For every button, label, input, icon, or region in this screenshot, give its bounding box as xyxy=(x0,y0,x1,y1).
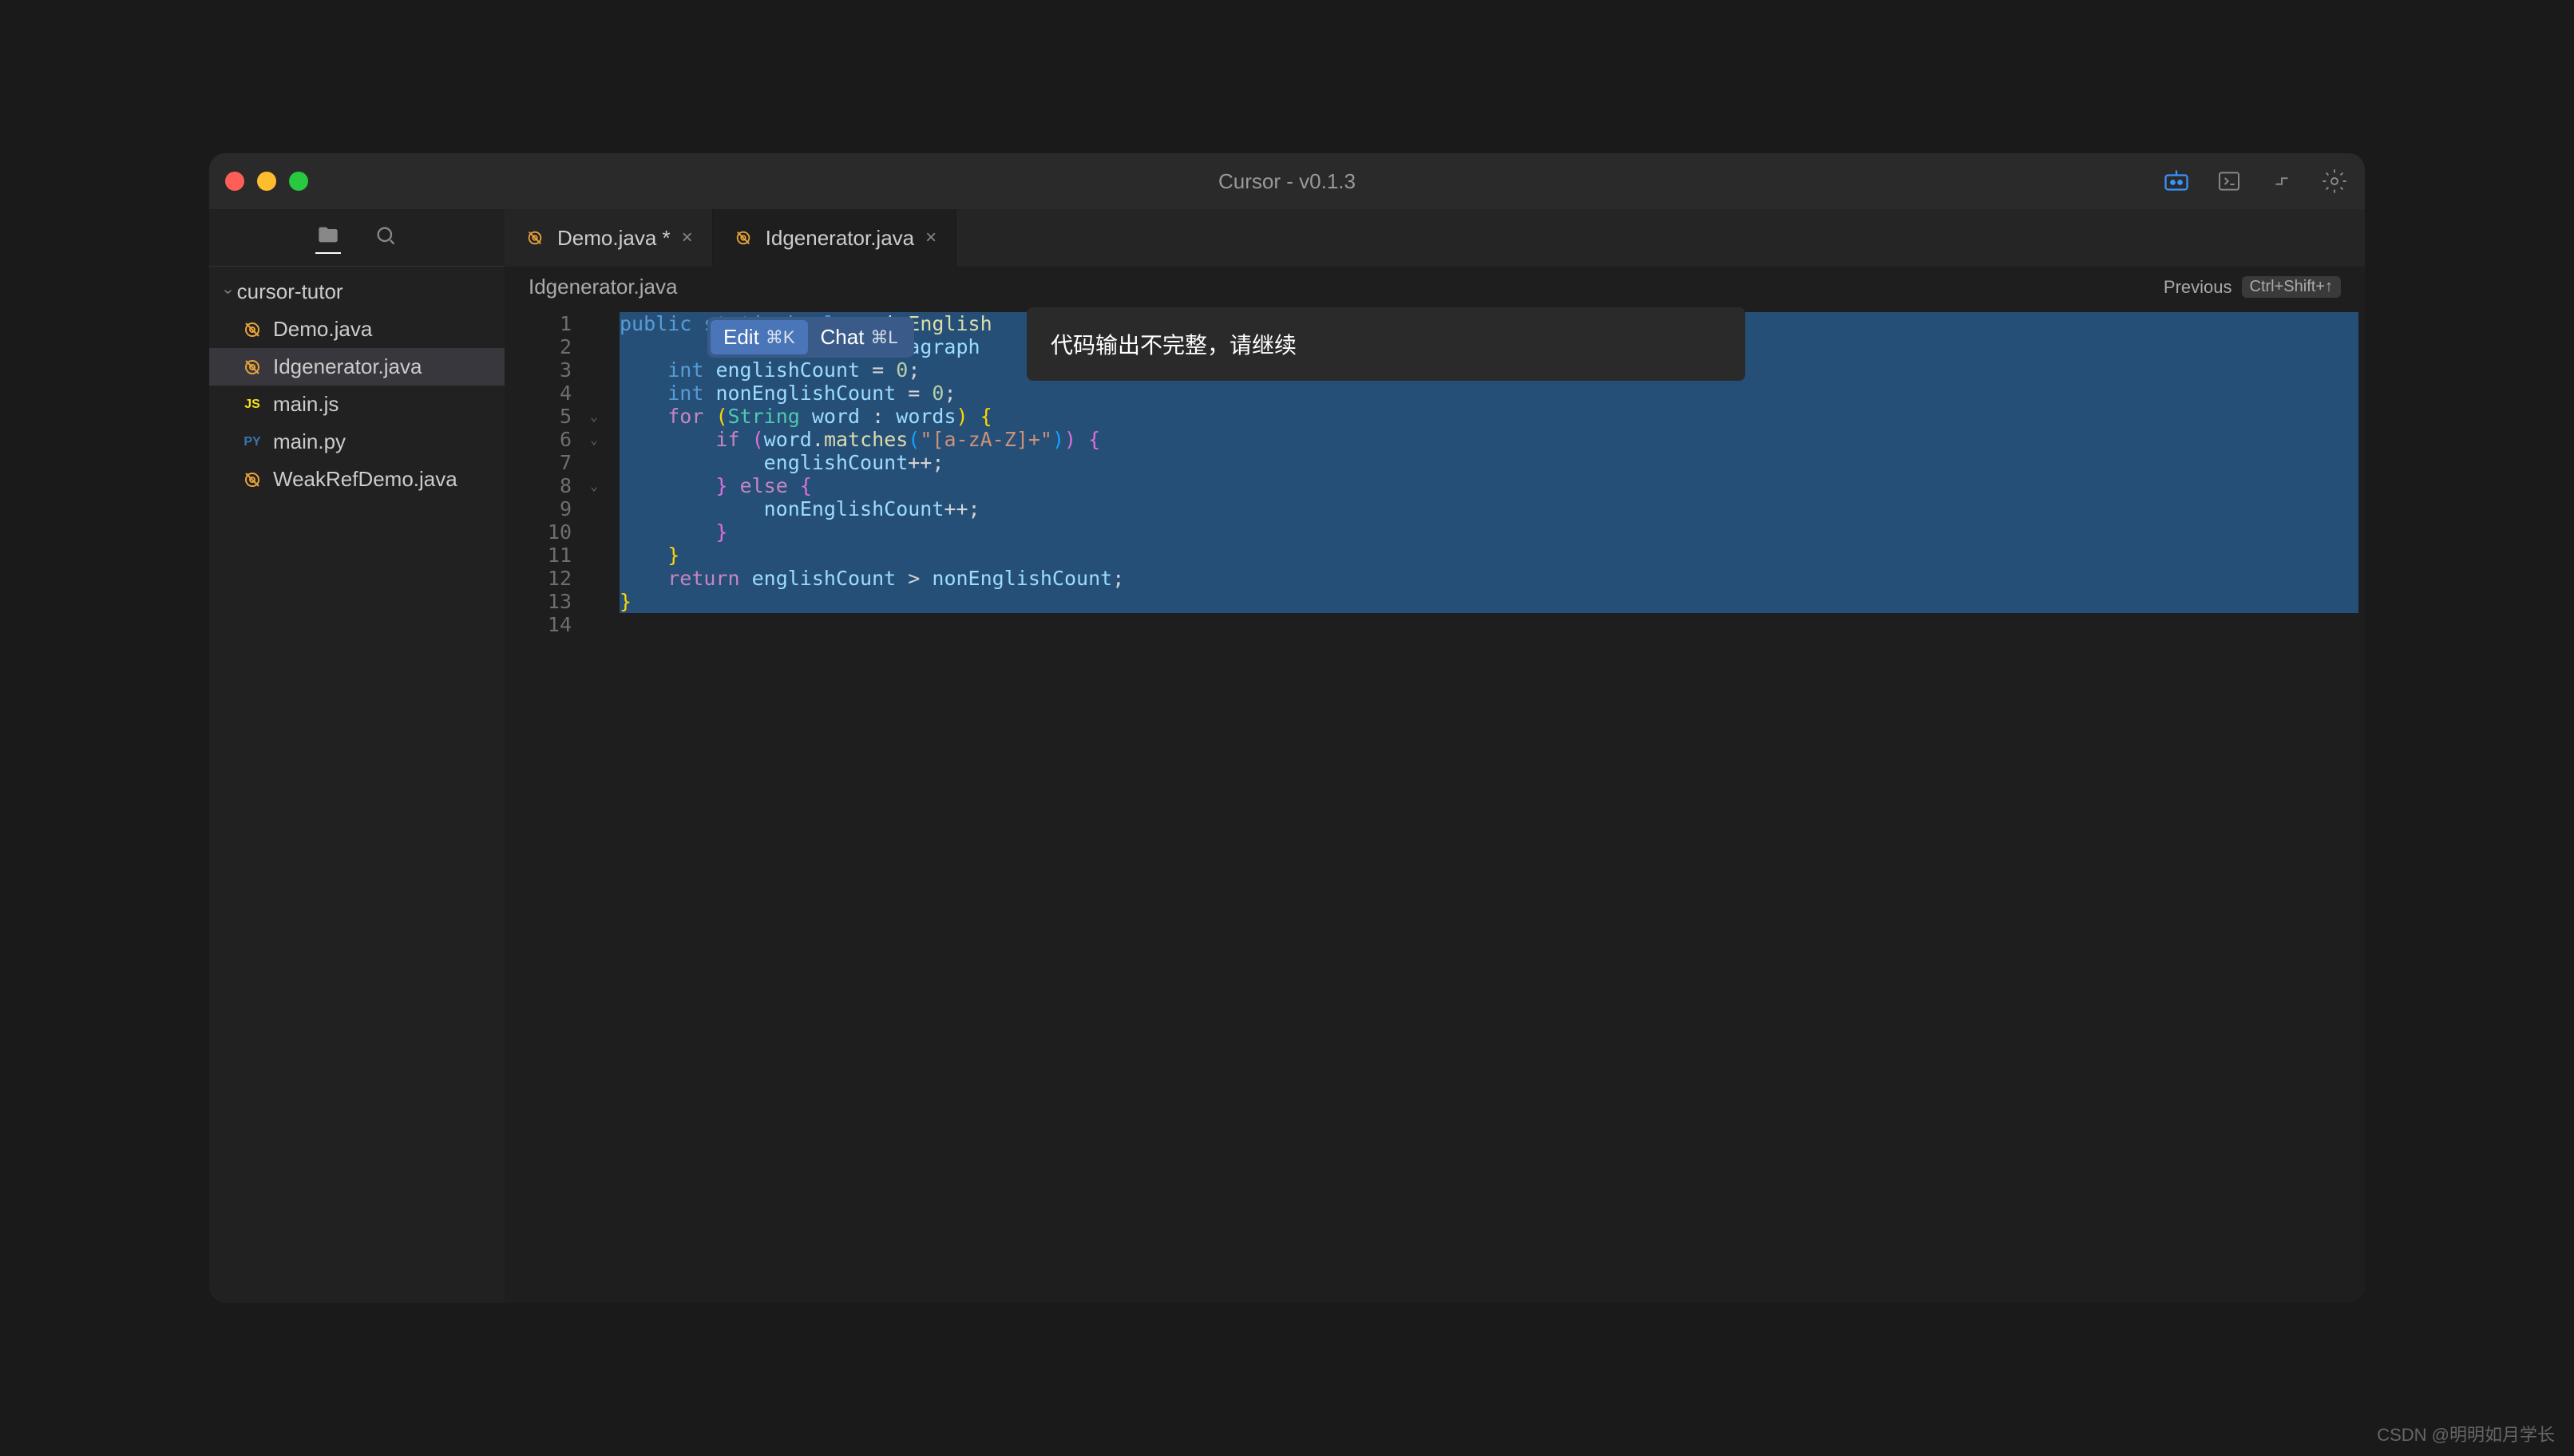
chat-label: Chat xyxy=(821,325,865,350)
chat-shortcut: ⌘L xyxy=(870,327,897,348)
tab[interactable]: Demo.java * × xyxy=(505,209,713,267)
edit-button[interactable]: Edit ⌘K xyxy=(711,320,808,354)
java-icon xyxy=(524,227,546,249)
main-area: › cursor-tutor Demo.java Idgenerator.jav… xyxy=(209,209,2365,1303)
line-number: 1 xyxy=(505,312,572,335)
traffic-lights xyxy=(225,172,308,191)
maximize-button[interactable] xyxy=(289,172,308,191)
fold-icon[interactable]: ⌄ xyxy=(584,405,604,428)
edit-label: Edit xyxy=(723,325,759,350)
window-title: Cursor - v0.1.3 xyxy=(1218,169,1356,194)
line-gutter: 1 2 3 4 5 6 7 8 9 10 11 12 13 14 xyxy=(505,307,584,1303)
terminal-icon[interactable] xyxy=(2215,167,2243,196)
file-item[interactable]: Demo.java xyxy=(209,311,505,348)
py-icon: PY xyxy=(241,431,263,453)
minimize-button[interactable] xyxy=(257,172,276,191)
close-icon[interactable]: × xyxy=(682,227,693,249)
tab[interactable]: Idgenerator.java × xyxy=(713,209,956,267)
line-number: 7 xyxy=(505,451,572,474)
line-number: 2 xyxy=(505,335,572,358)
file-item[interactable]: Idgenerator.java xyxy=(209,348,505,386)
breadcrumb: Idgenerator.java Previous Ctrl+Shift+↑ xyxy=(505,267,2365,307)
root-label: cursor-tutor xyxy=(237,279,343,304)
breadcrumb-actions: Previous Ctrl+Shift+↑ xyxy=(2164,276,2341,298)
line-number: 3 xyxy=(505,358,572,382)
file-item[interactable]: JS main.js xyxy=(209,386,505,423)
chevron-down-icon: › xyxy=(219,289,237,295)
search-tab[interactable] xyxy=(373,223,398,253)
file-label: main.js xyxy=(273,392,339,417)
file-label: Demo.java xyxy=(273,317,372,342)
file-item[interactable]: WeakRefDemo.java xyxy=(209,461,505,498)
sidebar-toolbar xyxy=(209,209,505,267)
java-icon xyxy=(732,227,754,249)
line-number: 10 xyxy=(505,520,572,544)
js-icon: JS xyxy=(241,394,263,416)
file-tree: › cursor-tutor Demo.java Idgenerator.jav… xyxy=(209,267,505,504)
line-number: 13 xyxy=(505,590,572,613)
java-icon xyxy=(241,356,263,378)
prompt-input[interactable]: 代码输出不完整，请继续 xyxy=(1027,307,1745,381)
fold-icon[interactable]: ⌄ xyxy=(584,428,604,451)
sidebar: › cursor-tutor Demo.java Idgenerator.jav… xyxy=(209,209,505,1303)
editor-area: Demo.java * × Idgenerator.java × Idgener… xyxy=(505,209,2365,1303)
selection-toolbar: Edit ⌘K Chat ⌘L xyxy=(707,317,914,358)
java-icon xyxy=(241,318,263,341)
fold-column: ⌄ ⌄ ⌄ xyxy=(584,307,604,1303)
line-number: 11 xyxy=(505,544,572,567)
code-content[interactable]: public static boolean isEnglish = paragr… xyxy=(604,307,2365,1303)
line-number: 12 xyxy=(505,567,572,590)
file-item[interactable]: PY main.py xyxy=(209,423,505,461)
line-number: 14 xyxy=(505,613,572,636)
file-label: main.py xyxy=(273,429,346,454)
settings-icon[interactable] xyxy=(2320,167,2349,196)
java-icon xyxy=(241,469,263,491)
prompt-text: 代码输出不完整，请继续 xyxy=(1051,333,1297,358)
files-tab[interactable] xyxy=(315,222,341,254)
code-editor[interactable]: 1 2 3 4 5 6 7 8 9 10 11 12 13 14 xyxy=(505,307,2365,1303)
fold-icon[interactable]: ⌄ xyxy=(584,474,604,497)
shortcut-badge: Ctrl+Shift+↑ xyxy=(2242,276,2341,298)
tab-bar: Demo.java * × Idgenerator.java × xyxy=(505,209,2365,267)
line-number: 5 xyxy=(505,405,572,428)
edit-shortcut: ⌘K xyxy=(766,327,795,348)
file-label: WeakRefDemo.java xyxy=(273,467,457,492)
tree-root[interactable]: › cursor-tutor xyxy=(209,273,505,311)
watermark: CSDN @明明如月学长 xyxy=(2377,1421,2555,1446)
tools-icon[interactable] xyxy=(2267,167,2296,196)
file-label: Idgenerator.java xyxy=(273,354,422,379)
tab-label: Idgenerator.java xyxy=(766,226,914,251)
line-number: 6 xyxy=(505,428,572,451)
titlebar: Cursor - v0.1.3 xyxy=(209,153,2365,209)
chat-button[interactable]: Chat ⌘L xyxy=(808,320,911,354)
app-window: Cursor - v0.1.3 xyxy=(209,153,2365,1303)
robot-icon[interactable] xyxy=(2162,167,2191,196)
tab-label: Demo.java * xyxy=(557,226,671,251)
close-icon[interactable]: × xyxy=(925,227,937,249)
close-button[interactable] xyxy=(225,172,244,191)
folder-icon xyxy=(315,222,341,247)
line-number: 9 xyxy=(505,497,572,520)
titlebar-actions xyxy=(2162,167,2349,196)
line-number: 4 xyxy=(505,382,572,405)
previous-label[interactable]: Previous xyxy=(2164,277,2232,298)
line-number: 8 xyxy=(505,474,572,497)
breadcrumb-path[interactable]: Idgenerator.java xyxy=(529,275,677,299)
search-icon xyxy=(373,223,398,248)
